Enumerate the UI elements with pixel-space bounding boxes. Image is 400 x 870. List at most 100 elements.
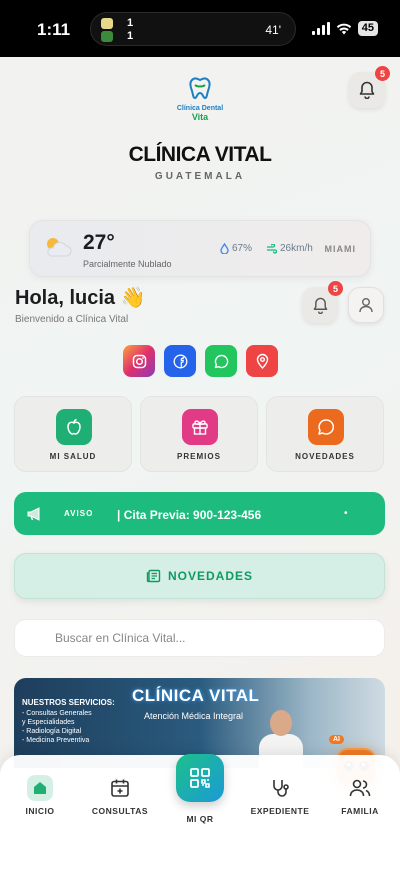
nav-icon-wrap: [22, 775, 58, 801]
services-list: - Consultas Generales y Especialidades -…: [22, 709, 92, 745]
temperature: 27°: [83, 231, 115, 254]
search-bar: [14, 619, 385, 657]
location-button[interactable]: [246, 345, 278, 377]
clinic-country: GUATEMALA: [154, 171, 246, 182]
humidity: 67%: [220, 243, 252, 254]
tooth-logo-icon: [189, 77, 211, 100]
weather-card[interactable]: 27° Parcialmente Nublado 67% 26km/h MIAM…: [29, 220, 371, 277]
home-icon: [27, 775, 53, 801]
users-icon: [349, 779, 371, 797]
tile-icon-bg: [56, 409, 92, 445]
tile-icon-bg: [182, 409, 218, 445]
whatsapp-button[interactable]: [205, 345, 237, 377]
facebook-button[interactable]: [164, 345, 196, 377]
stethoscope-icon: [273, 780, 289, 797]
tile-label: PREMIOS: [177, 452, 221, 461]
tile-premios[interactable]: PREMIOS: [140, 396, 258, 472]
banner-title: CLÍNICA VITAL: [132, 686, 260, 705]
service-item: - Medicina Preventiva: [22, 737, 90, 744]
search-input[interactable]: [15, 620, 384, 656]
nav-icon-wrap: [336, 775, 384, 801]
profile-button[interactable]: [348, 287, 384, 323]
nav-familia[interactable]: FAMILIA: [336, 775, 384, 816]
team-icons: [101, 18, 115, 44]
nav-icon-wrap: [248, 775, 312, 801]
services-title: NUESTROS SERVICIOS:: [22, 698, 115, 707]
tile-icon-bg: [308, 409, 344, 445]
wind-value: 26km/h: [280, 243, 313, 254]
status-time: 1:11: [37, 20, 71, 39]
partly-cloudy-icon: [47, 238, 72, 257]
nav-label: CONSULTAS: [91, 806, 149, 816]
droplet-icon: [220, 243, 229, 254]
gift-icon: [192, 420, 208, 435]
service-item: y Especialidades: [22, 719, 75, 726]
match-scores: 1 1: [127, 17, 133, 43]
notification-badge: 5: [375, 66, 390, 81]
qr-code-icon: [190, 768, 210, 788]
quick-access-tiles: MI SALUD PREMIOS NOVEDADES: [14, 396, 384, 472]
nav-label: FAMILIA: [341, 806, 379, 816]
social-links: [123, 345, 278, 377]
weather-description: Parcialmente Nublado: [83, 259, 172, 269]
weather-city: MIAMI: [324, 244, 356, 254]
nav-mi-qr[interactable]: [176, 754, 224, 802]
home-team-icon: [101, 18, 113, 29]
service-item: - Radiología Digital: [22, 728, 82, 735]
cellular-signal-icon: [311, 22, 330, 35]
aviso-label: AVISO: [64, 509, 94, 518]
header-notifications-button[interactable]: 5: [349, 66, 390, 108]
logo-subtext: Vita: [191, 112, 209, 122]
tile-label: NOVEDADES: [295, 452, 355, 461]
battery-level: 45: [357, 21, 378, 36]
user-icon: [359, 298, 373, 313]
wifi-icon: [336, 23, 351, 34]
status-bar: 1:11 1 1 41' 45: [0, 0, 400, 57]
nav-inicio[interactable]: INICIO: [22, 775, 58, 816]
bell-icon: [359, 81, 375, 99]
nav-consultas[interactable]: CONSULTAS: [90, 775, 150, 816]
service-item: - Consultas Generales: [22, 710, 92, 717]
clinic-title: CLÍNICA VITAL: [128, 143, 272, 166]
away-team-icon: [101, 31, 113, 42]
megaphone-icon: [27, 507, 40, 521]
instagram-button[interactable]: [123, 345, 155, 377]
live-activity-scoreboard[interactable]: 1 1 41': [90, 12, 296, 46]
calendar-plus-icon: [111, 779, 129, 797]
nav-expediente[interactable]: EXPEDIENTE: [248, 775, 312, 816]
bottom-navigation: INICIO CONSULTAS MI QR EXPEDIENTE FAMILI…: [0, 754, 400, 870]
facebook-icon: [173, 354, 187, 368]
instagram-icon: [132, 354, 146, 368]
bell-icon: [313, 297, 327, 314]
status-indicators: 45: [311, 21, 378, 36]
aviso-phone: | Cita Previa: 900-123-456: [117, 508, 262, 522]
humidity-value: 67%: [232, 243, 253, 254]
tile-novedades[interactable]: NOVEDADES: [266, 396, 384, 472]
ai-badge: AI: [329, 735, 344, 744]
apple-icon: [67, 418, 81, 435]
chat-bubble-icon: [318, 419, 335, 435]
notification-badge: 5: [328, 281, 343, 296]
welcome-subtitle: Bienvenido a Clínica Vital: [15, 314, 129, 325]
banner-subtitle: Atención Médica Integral: [144, 711, 244, 721]
nav-icon-wrap: [90, 775, 150, 801]
appointment-notice-banner[interactable]: AVISO | Cita Previa: 900-123-456 •: [14, 492, 385, 535]
location-icon: [256, 353, 268, 369]
nav-label: INICIO: [25, 806, 55, 816]
clinic-logo: Clínica Dental Vita: [170, 76, 230, 122]
nav-label: MI QR: [186, 814, 214, 824]
tile-mi-salud[interactable]: MI SALUD: [14, 396, 132, 472]
novedades-label: NOVEDADES: [167, 569, 253, 583]
nav-label: EXPEDIENTE: [250, 806, 310, 816]
wind: 26km/h: [266, 243, 313, 254]
away-score: 1: [127, 30, 134, 42]
match-minute: 41': [265, 23, 281, 37]
greeting-title: Hola, lucia 👋: [15, 287, 146, 309]
tile-label: MI SALUD: [49, 452, 97, 461]
aviso-dot: •: [344, 508, 348, 519]
wind-icon: [267, 243, 277, 254]
home-score: 1: [127, 17, 134, 29]
whatsapp-icon: [214, 354, 228, 368]
novedades-button[interactable]: NOVEDADES: [14, 553, 385, 599]
notifications-button[interactable]: 5: [302, 281, 343, 323]
